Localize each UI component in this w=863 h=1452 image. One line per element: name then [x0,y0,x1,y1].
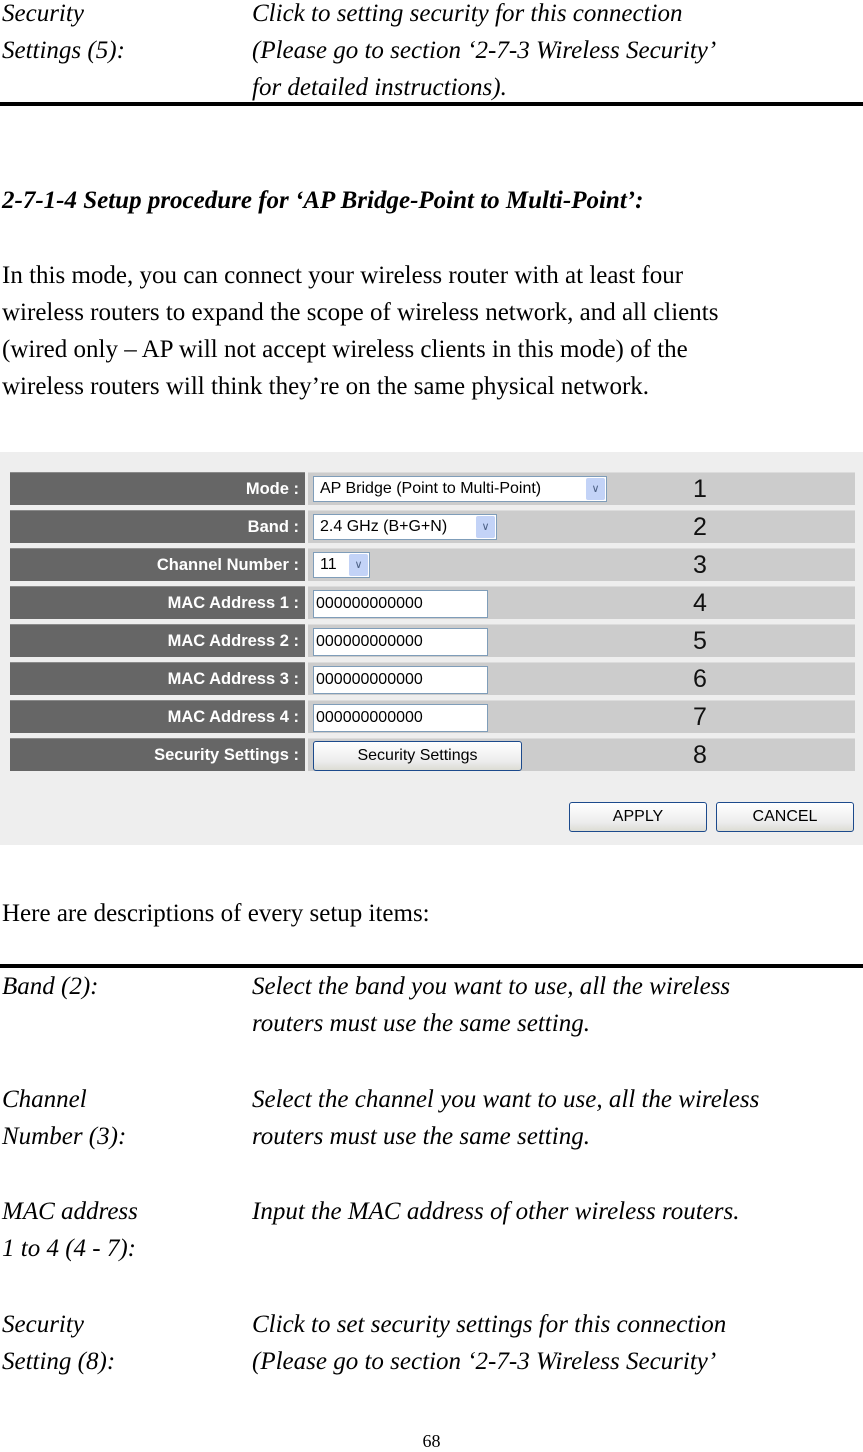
label-line: Channel [2,1086,87,1113]
mode-row: Mode : AP Bridge (Point to Multi-Point) … [10,472,855,505]
desc-line: Input the MAC address of other wireless … [252,1198,740,1225]
description-label-security: Security Setting (8): [2,1306,115,1380]
label-line: 1 to 4 (4 - 7): [2,1235,136,1262]
apply-button[interactable]: APPLY [569,802,707,832]
channel-value-cell: 11 ∨ 3 [308,548,855,581]
band-select[interactable]: 2.4 GHz (B+G+N) ∨ [313,514,497,540]
chevron-down-icon: ∨ [476,516,495,538]
chevron-down-icon: ∨ [586,478,605,500]
label-line: Number (3): [2,1123,127,1150]
mac-3-value-cell: 000000000000 6 [308,662,855,695]
callout-number: 5 [693,627,707,655]
band-row: Band : 2.4 GHz (B+G+N) ∨ 2 [10,510,855,543]
desc-line: Click to set security settings for this … [252,1311,727,1338]
desc-line: Click to setting security for this conne… [252,0,683,27]
band-select-value: 2.4 GHz (B+G+N) [320,518,448,535]
mode-select[interactable]: AP Bridge (Point to Multi-Point) ∨ [313,476,607,502]
label-line: Settings (5): [2,37,125,64]
top-item-description: Click to setting security for this conne… [252,0,716,106]
band-value-cell: 2.4 GHz (B+G+N) ∨ 2 [308,510,855,543]
router-settings-screenshot: Mode : AP Bridge (Point to Multi-Point) … [0,452,863,845]
descriptions-intro: Here are descriptions of every setup ite… [2,900,430,927]
callout-number: 6 [693,665,707,693]
channel-select[interactable]: 11 ∨ [313,552,370,578]
mac-address-2-input[interactable]: 000000000000 [313,628,488,656]
security-settings-row: Security Settings : Security Settings 8 [10,738,855,771]
channel-number-label: Channel Number : [10,548,305,581]
mode-value-cell: AP Bridge (Point to Multi-Point) ∨ 1 [308,472,855,505]
callout-number: 8 [693,741,707,769]
mac-address-4-input[interactable]: 000000000000 [313,704,488,732]
mode-label: Mode : [10,472,305,505]
channel-number-row: Channel Number : 11 ∨ 3 [10,548,855,581]
label-line: Security [2,1311,84,1338]
mac-4-value-cell: 000000000000 7 [308,700,855,733]
callout-number: 1 [693,475,707,503]
mac-address-4-row: MAC Address 4 : 000000000000 7 [10,700,855,733]
desc-line: (Please go to section ‘2-7-3 Wireless Se… [252,37,717,64]
description-text-band: Select the band you want to use, all the… [252,968,730,1042]
mac-address-2-row: MAC Address 2 : 000000000000 5 [10,624,855,657]
desc-line: for detailed instructions). [252,74,507,101]
desc-line: Select the band you want to use, all the… [252,973,731,1000]
intro-line: wireless routers to expand the scope of … [2,299,719,326]
description-text-security: Click to set security settings for this … [252,1306,726,1380]
mac-address-1-row: MAC Address 1 : 000000000000 4 [10,586,855,619]
channel-select-value: 11 [320,556,337,573]
description-label-channel: Channel Number (3): [2,1081,126,1155]
mac-address-3-label: MAC Address 3 : [10,662,305,695]
intro-line: In this mode, you can connect your wirel… [2,262,684,289]
description-label-mac: MAC address 1 to 4 (4 - 7): [2,1193,138,1267]
cancel-button[interactable]: CANCEL [716,802,854,832]
label-line: MAC address [2,1198,138,1225]
label-line: Band (2): [2,973,99,1000]
label-line: Setting (8): [2,1348,116,1375]
mac-1-value-cell: 000000000000 4 [308,586,855,619]
description-text-mac: Input the MAC address of other wireless … [252,1193,739,1230]
label-line: Security [2,0,84,27]
desc-line: (Please go to section ‘2-7-3 Wireless Se… [252,1348,717,1375]
mac-address-4-label: MAC Address 4 : [10,700,305,733]
description-label-band: Band (2): [2,968,99,1005]
chevron-down-icon: ∨ [349,554,368,576]
callout-number: 7 [693,703,707,731]
desc-line: routers must use the same setting. [252,1010,590,1037]
mac-address-1-label: MAC Address 1 : [10,586,305,619]
callout-number: 4 [693,589,707,617]
section-heading: 2-7-1-4 Setup procedure for ‘AP Bridge-P… [2,187,644,214]
mac-2-value-cell: 000000000000 5 [308,624,855,657]
desc-line: Select the channel you want to use, all … [252,1086,760,1113]
callout-number: 3 [693,551,707,579]
band-label: Band : [10,510,305,543]
security-settings-label: Security Settings : [10,738,305,771]
divider [0,102,863,106]
mac-address-2-label: MAC Address 2 : [10,624,305,657]
page-number: 68 [422,1431,441,1451]
callout-number: 2 [693,513,707,541]
description-text-channel: Select the channel you want to use, all … [252,1081,759,1155]
mac-address-1-input[interactable]: 000000000000 [313,590,488,618]
mac-address-3-row: MAC Address 3 : 000000000000 6 [10,662,855,695]
security-settings-button[interactable]: Security Settings [313,741,522,771]
intro-line: wireless routers will think they’re on t… [2,373,650,400]
mac-address-3-input[interactable]: 000000000000 [313,666,488,694]
top-item-label: Security Settings (5): [2,0,125,69]
desc-line: routers must use the same setting. [252,1123,590,1150]
intro-line: (wired only – AP will not accept wireles… [2,336,688,363]
intro-paragraph: In this mode, you can connect your wirel… [2,257,718,405]
mode-select-value: AP Bridge (Point to Multi-Point) [320,480,542,497]
security-value-cell: Security Settings 8 [308,738,855,771]
